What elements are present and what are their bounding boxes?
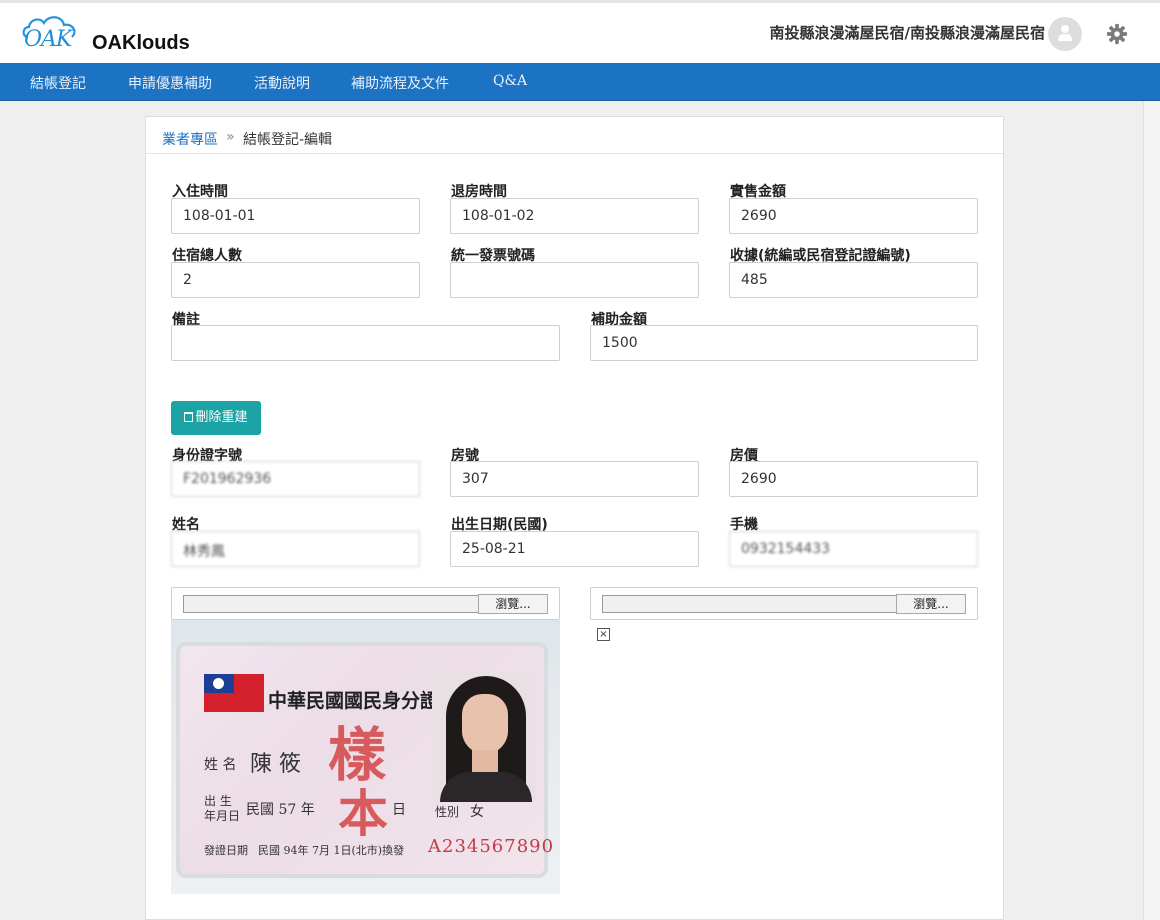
birthday-field[interactable]: 25-08-21: [450, 531, 699, 567]
breadcrumb-current: 結帳登記-編輯: [243, 132, 333, 148]
checkin-field[interactable]: 108-01-01: [171, 198, 420, 234]
id-card-number: A234567890: [428, 836, 555, 857]
id-card-image: 中華民國國民身分證 姓 名 陳 筱 出 生 年月日 民國 57 年 日 性別 女…: [171, 620, 560, 894]
sample-stamp-2: 本: [338, 784, 388, 843]
page-scrollbar[interactable]: [1143, 101, 1160, 920]
user-avatar-icon[interactable]: [1048, 17, 1082, 51]
logo-text: OAKlouds: [92, 32, 190, 54]
top-header: OAK OAKlouds 南投縣浪漫滿屋民宿/南投縣浪漫滿屋民宿: [0, 0, 1160, 63]
id-name-label: 姓 名: [204, 757, 237, 773]
delete-rebuild-button[interactable]: 刪除重建: [171, 401, 261, 435]
delete-rebuild-label: 刪除重建: [195, 410, 248, 425]
nav-item-process-docs[interactable]: 補助流程及文件: [351, 73, 449, 93]
name-field[interactable]: 林秀鳳: [171, 531, 420, 567]
sale-amount-field[interactable]: 2690: [729, 198, 978, 234]
nav-item-apply-subsidy[interactable]: 申請優惠補助: [128, 73, 212, 93]
nav-item-checkout[interactable]: 結帳登記: [30, 73, 86, 93]
browse-button-2[interactable]: 瀏覽...: [896, 594, 966, 614]
account-name[interactable]: 南投縣浪漫滿屋民宿/南投縣浪漫滿屋民宿: [770, 22, 1045, 43]
portrait-photo: [432, 672, 536, 802]
file-upload-1: 瀏覽...: [171, 587, 560, 620]
oaklouds-logo[interactable]: OAK OAKlouds: [22, 13, 202, 59]
portrait-shoulders: [440, 772, 532, 802]
mobile-field[interactable]: 0932154433: [729, 531, 978, 567]
id-issue-label: 發證日期: [204, 844, 248, 857]
portrait-face: [462, 694, 508, 754]
flag-icon: [204, 674, 264, 712]
id-birth-label-2: 年月日: [204, 809, 241, 823]
file-upload-2: 瀏覽...: [590, 587, 978, 620]
id-sex: 女: [470, 804, 484, 820]
breadcrumb-separator: »: [226, 129, 235, 145]
id-sex-label: 性別: [435, 805, 460, 819]
logo-mark: OAK: [24, 27, 72, 52]
id-birth: 民國 57 年: [246, 802, 315, 818]
broken-image-icon: ×: [597, 628, 610, 641]
room-price-field[interactable]: 2690: [729, 461, 978, 497]
main-card: 業者專區 » 結帳登記-編輯 入住時間 108-01-01 退房時間 108-0…: [145, 116, 1004, 920]
id-name: 陳 筱: [250, 752, 301, 777]
room-number-field[interactable]: 307: [450, 461, 699, 497]
browse-button-1[interactable]: 瀏覽...: [478, 594, 548, 614]
nav-item-qa[interactable]: Q&A: [493, 73, 527, 89]
id-card: 中華民國國民身分證 姓 名 陳 筱 出 生 年月日 民國 57 年 日 性別 女…: [176, 642, 553, 878]
receipt-field[interactable]: 485: [729, 262, 978, 298]
file-path-field-1[interactable]: [183, 595, 478, 613]
invoice-field[interactable]: [450, 262, 699, 298]
trash-icon: [184, 412, 194, 422]
main-nav: 結帳登記 申請優惠補助 活動說明 補助流程及文件 Q&A: [0, 63, 1160, 101]
subsidy-field[interactable]: 1500: [590, 325, 978, 361]
file-path-field-2[interactable]: [602, 595, 896, 613]
guests-field[interactable]: 2: [171, 262, 420, 298]
nav-item-activity[interactable]: 活動說明: [254, 73, 310, 93]
checkout-field[interactable]: 108-01-02: [450, 198, 699, 234]
gear-icon[interactable]: [1106, 23, 1128, 45]
id-birth-day: 日: [392, 802, 406, 818]
breadcrumb: 業者專區 » 結帳登記-編輯: [146, 117, 1003, 154]
breadcrumb-parent-link[interactable]: 業者專區: [162, 129, 218, 149]
remark-field[interactable]: [171, 325, 560, 361]
id-number-field[interactable]: F201962936: [171, 461, 420, 497]
